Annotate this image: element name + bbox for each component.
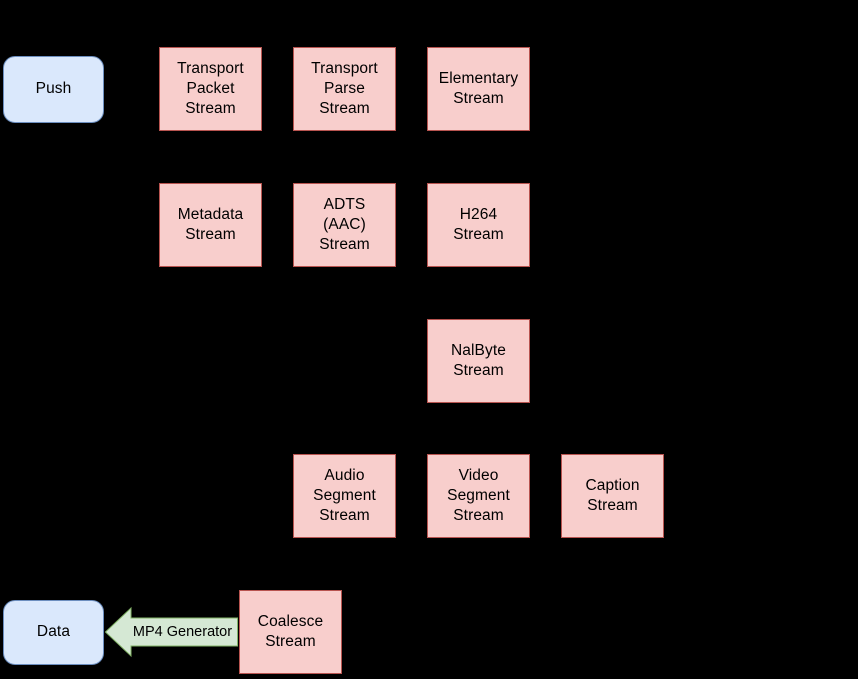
node-caption[interactable]: Caption Stream xyxy=(561,454,664,538)
node-elementary[interactable]: Elementary Stream xyxy=(427,47,530,131)
arrow-label-mp4-generator: MP4 Generator xyxy=(132,624,233,640)
node-h264[interactable]: H264 Stream xyxy=(427,183,530,267)
diagram-canvas: Push Transport Packet Stream Transport Par… xyxy=(0,0,858,679)
node-nalbyte[interactable]: NalByte Stream xyxy=(427,319,530,403)
node-coalesce[interactable]: Coalesce Stream xyxy=(239,590,342,674)
node-adts-aac[interactable]: ADTS (AAC) Stream xyxy=(293,183,396,267)
node-push[interactable]: Push xyxy=(3,56,104,123)
node-data[interactable]: Data xyxy=(3,600,104,665)
node-audio-segment[interactable]: Audio Segment Stream xyxy=(293,454,396,538)
arrow-mp4-generator[interactable]: MP4 Generator xyxy=(105,604,238,660)
node-transport-packet[interactable]: Transport Packet Stream xyxy=(159,47,262,131)
node-video-segment[interactable]: Video Segment Stream xyxy=(427,454,530,538)
node-metadata[interactable]: Metadata Stream xyxy=(159,183,262,267)
node-transport-parse[interactable]: Transport Parse Stream xyxy=(293,47,396,131)
